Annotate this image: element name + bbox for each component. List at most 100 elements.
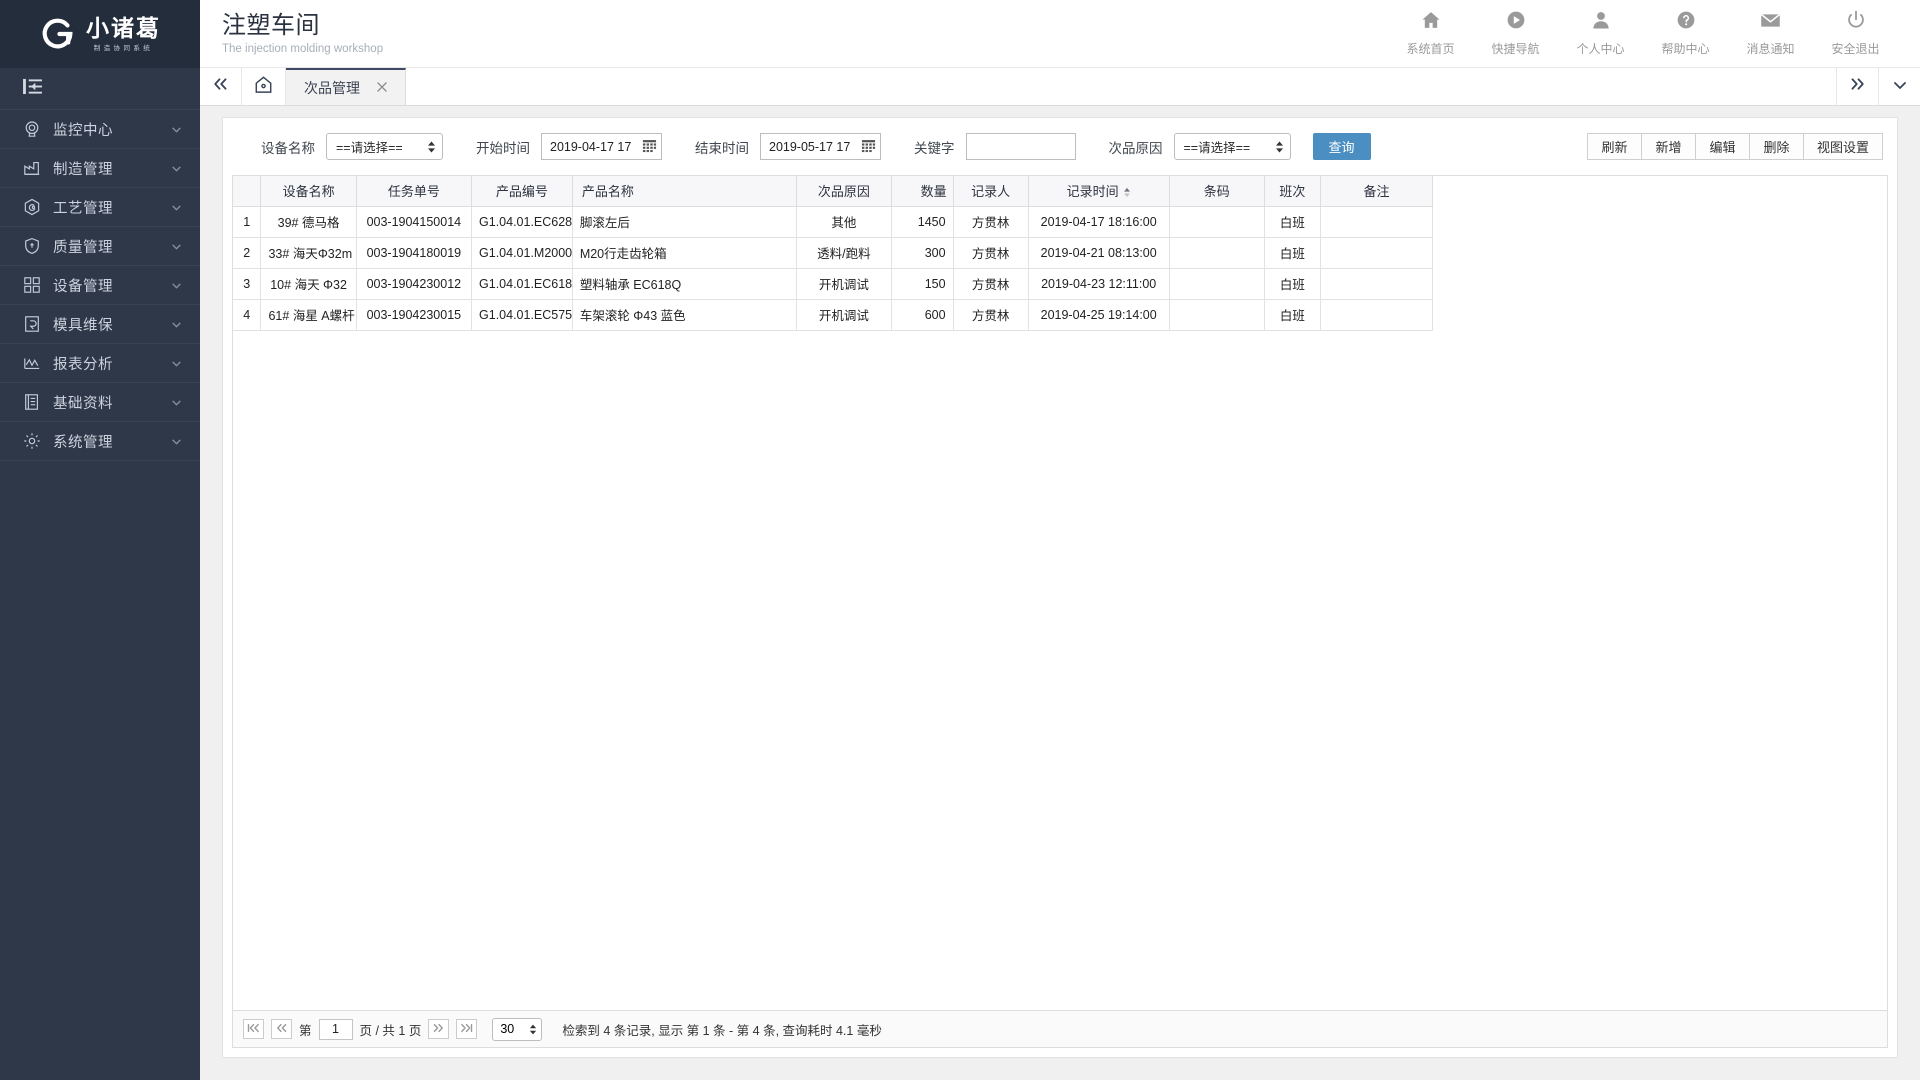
first-page-icon	[247, 1023, 260, 1036]
tab-bar-spacer	[406, 68, 1836, 105]
topnav-home[interactable]: 系统首页	[1388, 5, 1473, 63]
start-time-label: 开始时间	[476, 137, 530, 157]
logo-g-mark	[39, 15, 77, 53]
topnav-logout[interactable]: 安全退出	[1813, 5, 1898, 63]
end-time-input[interactable]: 2019-05-17 17	[760, 133, 881, 160]
view-settings-button[interactable]: 视图设置	[1803, 133, 1883, 160]
top-header: 注塑车间 The injection molding workshop 系统首页	[200, 0, 1920, 68]
top-navigation: 系统首页 快捷导航	[1388, 5, 1898, 63]
page-size-select[interactable]: 30	[492, 1018, 542, 1041]
table-row[interactable]: 1 39# 德马格 003-1904150014 G1.04.01.EC628A…	[233, 206, 1433, 237]
chevron-double-left-icon	[212, 77, 229, 96]
chevron-down-icon	[170, 201, 183, 214]
column-header-device[interactable]: 设备名称	[261, 176, 356, 206]
column-header-qty[interactable]: 数量	[891, 176, 953, 206]
table-row[interactable]: 2 33# 海天Φ32m 003-1904180019 G1.04.01.M20…	[233, 237, 1433, 268]
cell-record-time: 2019-04-21 08:13:00	[1028, 237, 1169, 268]
cell-recorder: 方贯林	[953, 299, 1028, 330]
sidebar-item-equipment[interactable]: 设备管理	[0, 266, 200, 305]
cell-task-no: 003-1904180019	[356, 237, 471, 268]
defect-reason-select[interactable]: ==请选择==	[1174, 133, 1291, 160]
close-icon[interactable]	[376, 80, 388, 96]
tab-defect-management[interactable]: 次品管理	[286, 68, 406, 105]
device-name-label: 设备名称	[261, 137, 315, 157]
refresh-button[interactable]: 刷新	[1587, 133, 1641, 160]
cell-index: 3	[233, 268, 261, 299]
next-page-button[interactable]	[428, 1019, 449, 1039]
cell-device: 33# 海天Φ32m	[261, 237, 356, 268]
chevron-updown-icon	[529, 1024, 537, 1035]
page-number-input[interactable]	[319, 1019, 353, 1040]
query-button[interactable]: 查询	[1313, 133, 1371, 160]
main-area: 注塑车间 The injection molding workshop 系统首页	[200, 0, 1920, 1080]
tab-home-button[interactable]	[242, 68, 286, 105]
tab-scroll-left-button[interactable]	[200, 68, 242, 105]
column-header-reason[interactable]: 次品原因	[796, 176, 891, 206]
first-page-button[interactable]	[243, 1019, 264, 1039]
sidebar-item-basic-data[interactable]: 基础资料	[0, 383, 200, 422]
column-header-record-time[interactable]: 记录时间	[1028, 176, 1169, 206]
keyword-input[interactable]	[966, 133, 1076, 160]
sidebar-collapse-button[interactable]	[0, 68, 200, 110]
topnav-profile[interactable]: 个人中心	[1558, 5, 1643, 63]
table-row[interactable]: 3 10# 海天 Φ32 003-1904230012 G1.04.01.EC6…	[233, 268, 1433, 299]
start-time-input[interactable]: 2019-04-17 17	[541, 133, 662, 160]
sidebar-item-label: 基础资料	[53, 392, 170, 413]
cell-record-time: 2019-04-25 19:14:00	[1028, 299, 1169, 330]
keyword-label: 关键字	[914, 137, 955, 157]
topnav-label: 个人中心	[1576, 40, 1624, 57]
column-header-index[interactable]	[233, 176, 261, 206]
sidebar-item-system[interactable]: 系统管理	[0, 422, 200, 461]
shield-icon	[22, 237, 41, 256]
prev-page-button[interactable]	[271, 1019, 292, 1039]
table-body: 1 39# 德马格 003-1904150014 G1.04.01.EC628A…	[233, 206, 1433, 330]
page-subtitle: The injection molding workshop	[222, 43, 383, 55]
edit-button[interactable]: 编辑	[1695, 133, 1749, 160]
cell-device: 10# 海天 Φ32	[261, 268, 356, 299]
column-header-product-name[interactable]: 产品名称	[572, 176, 796, 206]
sidebar-item-monitor[interactable]: 监控中心	[0, 110, 200, 149]
device-name-select[interactable]: ==请选择==	[326, 133, 443, 160]
topnav-messages[interactable]: 消息通知	[1728, 5, 1813, 63]
column-header-note[interactable]: 备注	[1320, 176, 1432, 206]
sidebar-item-quality[interactable]: 质量管理	[0, 227, 200, 266]
sidebar-item-process[interactable]: 工艺管理	[0, 188, 200, 227]
column-header-product-no[interactable]: 产品编号	[472, 176, 573, 206]
logo-area[interactable]: 小诸葛 制造协同系统	[0, 0, 200, 68]
mold-icon	[22, 315, 41, 334]
end-time-label: 结束时间	[695, 137, 749, 157]
topnav-label: 系统首页	[1406, 40, 1454, 57]
calendar-icon[interactable]	[642, 138, 657, 156]
logo-subtitle: 制造协同系统	[94, 42, 153, 52]
topnav-help[interactable]: 帮助中心	[1643, 5, 1728, 63]
cell-product-name: 车架滚轮 Φ43 蓝色	[572, 299, 796, 330]
topnav-quick-nav[interactable]: 快捷导航	[1473, 5, 1558, 63]
cell-index: 2	[233, 237, 261, 268]
delete-button[interactable]: 删除	[1749, 133, 1803, 160]
column-header-shift[interactable]: 班次	[1264, 176, 1320, 206]
defect-panel: 设备名称 ==请选择== 开始时间 2019-04-17 17	[222, 117, 1898, 1058]
data-table-wrapper: 设备名称 任务单号 产品编号 产品名称 次品原因 数量 记录人 记录时间	[232, 175, 1888, 1010]
tab-list-dropdown-button[interactable]	[1878, 68, 1920, 105]
sidebar-item-mold-maintenance[interactable]: 模具维保	[0, 305, 200, 344]
cell-task-no: 003-1904230012	[356, 268, 471, 299]
page-suffix-label: 页 / 共 1 页	[360, 1020, 422, 1039]
column-header-recorder[interactable]: 记录人	[953, 176, 1028, 206]
chevron-down-icon	[170, 396, 183, 409]
calendar-icon[interactable]	[861, 138, 876, 156]
last-page-button[interactable]	[456, 1019, 477, 1039]
prev-page-icon	[275, 1023, 288, 1036]
mail-icon	[1760, 11, 1781, 35]
column-header-task-no[interactable]: 任务单号	[356, 176, 471, 206]
sidebar-item-label: 监控中心	[53, 119, 170, 140]
column-header-barcode[interactable]: 条码	[1169, 176, 1264, 206]
cell-product-no: G1.04.01.EC57508	[472, 299, 573, 330]
cell-qty: 150	[891, 268, 953, 299]
table-head: 设备名称 任务单号 产品编号 产品名称 次品原因 数量 记录人 记录时间	[233, 176, 1433, 206]
chevron-updown-icon	[427, 141, 436, 153]
table-row[interactable]: 4 61# 海星 A螺杆 003-1904230015 G1.04.01.EC5…	[233, 299, 1433, 330]
tab-scroll-right-button[interactable]	[1836, 68, 1878, 105]
sidebar-item-manufacturing[interactable]: 制造管理	[0, 149, 200, 188]
add-button[interactable]: 新增	[1641, 133, 1695, 160]
sidebar-item-reports[interactable]: 报表分析	[0, 344, 200, 383]
